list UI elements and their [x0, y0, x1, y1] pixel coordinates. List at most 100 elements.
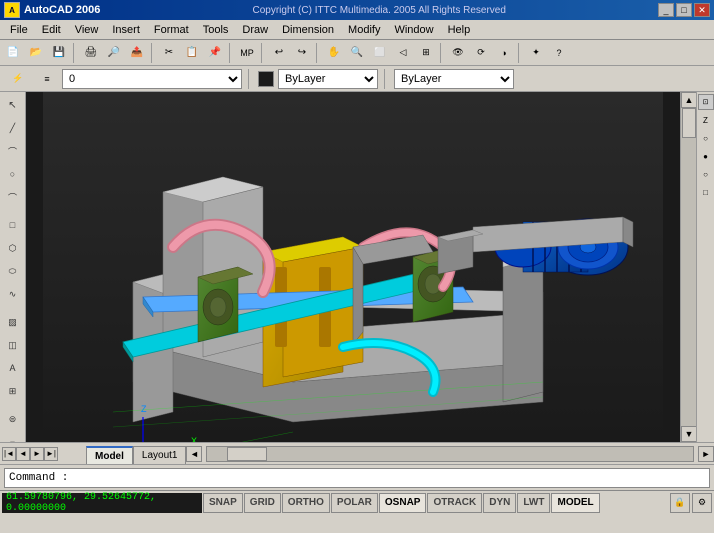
undo-button[interactable]: ↩	[268, 42, 290, 64]
layer-dropdown[interactable]: 0	[62, 69, 242, 89]
zoom-realtime-icon: 🔍	[348, 44, 366, 62]
toolbar-separator-2	[151, 43, 155, 63]
grid-button[interactable]: GRID	[244, 493, 281, 513]
polar-button[interactable]: POLAR	[331, 493, 378, 513]
spline-tool[interactable]: ∿	[2, 283, 24, 305]
scroll-down-button[interactable]: ▼	[681, 426, 697, 442]
model-button[interactable]: MODEL	[551, 493, 599, 513]
named-views-button[interactable]: 👁	[447, 42, 469, 64]
dyn-button[interactable]: DYN	[483, 493, 516, 513]
otrack-button[interactable]: OTRACK	[427, 493, 482, 513]
maximize-button[interactable]: □	[676, 3, 692, 17]
tab-nav-last[interactable]: ►|	[44, 447, 58, 461]
color-dropdown[interactable]: ByLayer	[278, 69, 378, 89]
title-bar: A AutoCAD 2006 Copyright (C) ITTC Multim…	[0, 0, 714, 20]
zoom-previous-button[interactable]: ◁	[392, 42, 414, 64]
layer-manager-button[interactable]: ⚡	[4, 68, 32, 90]
menu-dimension[interactable]: Dimension	[276, 22, 340, 38]
menu-modify[interactable]: Modify	[342, 22, 386, 38]
cut-button[interactable]: ✂	[158, 42, 180, 64]
menu-tools[interactable]: Tools	[197, 22, 235, 38]
scroll-up-button[interactable]: ▲	[681, 92, 697, 108]
osnap-button[interactable]: OSNAP	[379, 493, 427, 513]
rectangle-tool[interactable]: □	[2, 214, 24, 236]
insert-block-tool[interactable]: ⊞	[2, 380, 24, 402]
layout1-tab[interactable]: Layout1	[133, 446, 187, 464]
view-cube-top[interactable]: ⊡	[698, 94, 714, 110]
command-area	[0, 464, 714, 490]
redo-button[interactable]: ↪	[291, 42, 313, 64]
menu-view[interactable]: View	[69, 22, 105, 38]
region-tool[interactable]: ◫	[2, 334, 24, 356]
tab-nav-first[interactable]: |◄	[2, 447, 16, 461]
text-tool[interactable]: A	[2, 357, 24, 379]
viewport[interactable]: 22.000 X Z Y 21.97	[26, 92, 680, 442]
3d-orbit-button[interactable]: ⟳	[470, 42, 492, 64]
paste-button[interactable]: 📌	[204, 42, 226, 64]
fillet-tool[interactable]: ⌐	[2, 431, 24, 442]
pick-tool[interactable]: ↖	[2, 94, 24, 116]
render-button[interactable]: ✦	[525, 42, 547, 64]
ortho-button[interactable]: ORTHO	[282, 493, 330, 513]
menu-insert[interactable]: Insert	[106, 22, 146, 38]
hscroll-right[interactable]: ►	[698, 446, 714, 462]
pan-right-button[interactable]: ○	[698, 166, 714, 182]
help-button[interactable]: ?	[548, 42, 570, 64]
linetype-dropdown[interactable]: ByLayer	[394, 69, 514, 89]
minimize-button[interactable]: _	[658, 3, 674, 17]
plot-preview-button[interactable]: 🔎	[103, 42, 125, 64]
view-cube-front[interactable]: Z	[698, 112, 714, 128]
hatch-tool[interactable]: ▨	[2, 311, 24, 333]
scroll-thumb[interactable]	[682, 108, 696, 138]
toolbar-separator-5	[316, 43, 320, 63]
pan-button[interactable]: ✋	[323, 42, 345, 64]
toolbar-row-1: 📄 📂 💾 🖨 🔎 📤 ✂ 📋 📌 MP ↩ ↪ ✋ 🔍 ⬜ ◁ ⊞ 👁 ⟳ ◑…	[0, 40, 714, 66]
open-button[interactable]: 📂	[25, 42, 47, 64]
menu-help[interactable]: Help	[442, 22, 477, 38]
ellipse-tool[interactable]: ⬭	[2, 260, 24, 282]
snap-button[interactable]: SNAP	[203, 493, 243, 513]
orbit-button[interactable]: ●	[698, 148, 714, 164]
zoom-previous-icon: ◁	[394, 44, 412, 62]
tab-nav-next[interactable]: ►	[30, 447, 44, 461]
offset-tool[interactable]: ⊜	[2, 408, 24, 430]
shade-icon: ◑	[495, 44, 513, 62]
tab-nav-prev[interactable]: ◄	[16, 447, 30, 461]
save-button[interactable]: 💾	[48, 42, 70, 64]
horizontal-scrollbar[interactable]	[206, 446, 694, 462]
new-button[interactable]: 📄	[2, 42, 24, 64]
menu-format[interactable]: Format	[148, 22, 195, 38]
circle-tool[interactable]: ○	[2, 163, 24, 185]
match-properties-button[interactable]: MP	[236, 42, 258, 64]
publish-button[interactable]: 📤	[126, 42, 148, 64]
lock-icon[interactable]: 🔒	[670, 493, 690, 513]
model-tabs: Model Layout1	[60, 443, 186, 464]
zoom-window-button[interactable]: ⬜	[369, 42, 391, 64]
model-tab[interactable]: Model	[86, 446, 133, 464]
zoom-realtime-button[interactable]: 🔍	[346, 42, 368, 64]
arc-tool[interactable]: ⌒	[2, 186, 24, 208]
zoom-right-button[interactable]: □	[698, 184, 714, 200]
menu-window[interactable]: Window	[388, 22, 439, 38]
hscroll-thumb[interactable]	[227, 447, 267, 461]
copy-button[interactable]: 📋	[181, 42, 203, 64]
scroll-track[interactable]	[681, 108, 696, 426]
shade-button[interactable]: ◑	[493, 42, 515, 64]
settings-icon[interactable]: ⚙	[692, 493, 712, 513]
menu-edit[interactable]: Edit	[36, 22, 67, 38]
close-button[interactable]: ✕	[694, 3, 710, 17]
lwt-button[interactable]: LWT	[517, 493, 550, 513]
print-button[interactable]: 🖨	[80, 42, 102, 64]
view-cube-side[interactable]: ○	[698, 130, 714, 146]
menu-draw[interactable]: Draw	[236, 22, 274, 38]
layer-state-button[interactable]: ≡	[36, 68, 58, 90]
command-input[interactable]	[4, 468, 710, 488]
cut-icon: ✂	[160, 44, 178, 62]
polygon-tool[interactable]: ⬡	[2, 237, 24, 259]
line-tool[interactable]: ╱	[2, 117, 24, 139]
zoom-extents-button[interactable]: ⊞	[415, 42, 437, 64]
hscroll-left[interactable]: ◄	[186, 446, 202, 462]
polyline-tool[interactable]: ⌒	[2, 140, 24, 162]
menu-file[interactable]: File	[4, 22, 34, 38]
new-icon: 📄	[4, 44, 22, 62]
